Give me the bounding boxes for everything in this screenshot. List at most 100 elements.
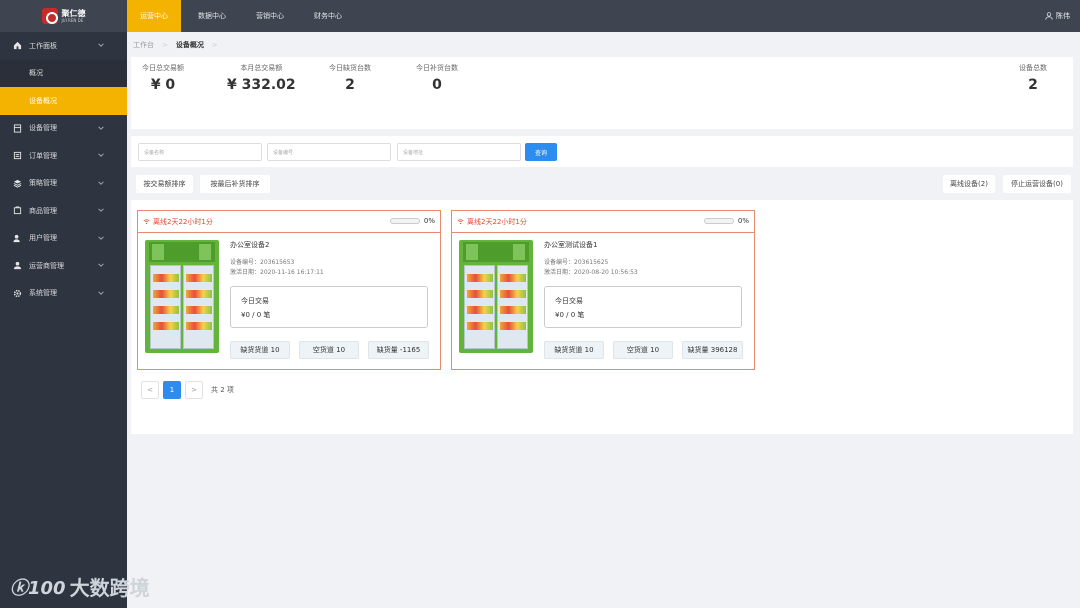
- stat-value: 2: [345, 77, 355, 93]
- operator-icon: [13, 261, 22, 270]
- sidebar-item-device-mgmt[interactable]: 设备管理: [0, 115, 127, 143]
- sidebar-item-overview[interactable]: 概况: [0, 59, 127, 87]
- main-nav: 运营中心 数据中心 营销中心 财务中心: [127, 0, 359, 32]
- today-trade-label: 今日交易: [241, 297, 269, 305]
- breadcrumb: 工作台 > 设备概况 >: [133, 40, 218, 50]
- device-list-panel: 离线2天22小时1分 0% 办公室设备2 设备编号：203615653 激活日期…: [131, 200, 1073, 434]
- sidebar-item-operator-mgmt[interactable]: 运营商管理: [0, 252, 127, 280]
- sidebar-item-label: 运营商管理: [29, 261, 64, 270]
- stat-month-amount: 本月总交易额 ¥ 332.02: [227, 63, 296, 93]
- user-icon: [13, 234, 22, 243]
- user-icon: [1045, 12, 1053, 20]
- device-name[interactable]: 办公室设备2: [230, 240, 269, 250]
- sidebar-item-label: 工作面板: [29, 41, 57, 50]
- today-trade-box: 今日交易 ¥0 / 0 笔: [544, 286, 742, 328]
- sidebar-item-label: 订单管理: [29, 151, 57, 160]
- stopped-devices-button[interactable]: 停止运营设备(0): [1003, 175, 1071, 193]
- chevron-down-icon: [98, 125, 104, 130]
- device-code-input[interactable]: 设备编号: [267, 143, 391, 161]
- home-icon: [13, 41, 22, 50]
- sidebar-item-label: 设备概况: [29, 96, 57, 105]
- chevron-down-icon: [98, 263, 104, 267]
- short-quantity-chip[interactable]: 缺货量 -1165: [368, 341, 429, 359]
- breadcrumb-root[interactable]: 工作台: [133, 40, 154, 50]
- stat-value: ¥ 0: [150, 77, 176, 93]
- short-quantity-chip[interactable]: 缺货量 396128: [682, 341, 743, 359]
- short-lanes-chip[interactable]: 缺货货道 10: [544, 341, 604, 359]
- stat-total-devices: 设备总数 2: [1019, 63, 1047, 93]
- vending-machine-image: [459, 240, 533, 353]
- stat-label: 今日缺货台数: [329, 64, 371, 72]
- device-card[interactable]: 离线2天22小时1分 0% 办公室测试设备1 设备编号：203615625 激活…: [451, 210, 755, 370]
- gear-icon: [13, 289, 22, 298]
- sidebar-item-label: 设备管理: [29, 124, 57, 133]
- nav-data[interactable]: 数据中心: [185, 0, 239, 32]
- chevron-down-icon: [98, 235, 104, 240]
- stat-today-amount: 今日总交易额 ¥ 0: [142, 63, 184, 93]
- offline-devices-button[interactable]: 离线设备(2): [943, 175, 995, 193]
- stat-label: 今日补货台数: [416, 64, 458, 72]
- watermark-logo: ⓚ100: [10, 577, 66, 599]
- chevron-down-icon: [98, 153, 104, 157]
- sidebar-item-goods-mgmt[interactable]: 商品管理: [0, 197, 127, 225]
- today-trade-box: 今日交易 ¥0 / 0 笔: [230, 286, 428, 328]
- brand-logo[interactable]: 聚仁德 JUI REN DE: [0, 0, 127, 32]
- total-count: 共 2 项: [211, 386, 234, 394]
- breadcrumb-current: 设备概况: [175, 41, 204, 49]
- sidebar-item-device-overview[interactable]: 设备概况: [0, 87, 127, 115]
- stat-value: ¥ 332.02: [227, 77, 296, 93]
- today-trade-value: ¥0 / 0 笔: [555, 311, 585, 319]
- device-card[interactable]: 离线2天22小时1分 0% 办公室设备2 设备编号：203615653 激活日期…: [137, 210, 441, 370]
- short-lanes-chip[interactable]: 缺货货道 10: [230, 341, 290, 359]
- pagination: < 1 > 共 2 项: [141, 381, 234, 399]
- stat-value: 0: [432, 77, 442, 93]
- next-page-button[interactable]: >: [185, 381, 203, 399]
- stat-label: 今日总交易额: [142, 64, 184, 72]
- nav-operations[interactable]: 运营中心: [127, 0, 181, 32]
- sidebar-item-strategy-mgmt[interactable]: 策略管理: [0, 170, 127, 198]
- sort-bar: 按交易额排序 按最后补货排序 离线设备(2) 停止运营设备(0): [131, 174, 1073, 194]
- stat-today-shortage: 今日缺货台数 2: [329, 63, 371, 93]
- page-1-button[interactable]: 1: [163, 381, 181, 399]
- progress-bar: [390, 218, 420, 224]
- chevron-down-icon: [98, 180, 104, 185]
- sidebar-item-user-mgmt[interactable]: 用户管理: [0, 225, 127, 253]
- stat-label: 本月总交易额: [240, 64, 283, 72]
- sidebar: 工作面板 概况 设备概况 设备管理 订单管理 策略管理 商品管理 用户管理 运营…: [0, 32, 127, 608]
- device-name[interactable]: 办公室测试设备1: [544, 240, 597, 250]
- chevron-down-icon: [98, 290, 104, 295]
- progress-percent: 0%: [423, 217, 435, 225]
- device-address-input[interactable]: 设备地址: [397, 143, 521, 161]
- progress-bar: [704, 218, 734, 224]
- brand-mark-icon: [41, 8, 58, 24]
- sidebar-item-order-mgmt[interactable]: 订单管理: [0, 142, 127, 170]
- goods-icon: [13, 206, 22, 215]
- brand-sub: JUI REN DE: [61, 17, 84, 23]
- search-button[interactable]: 查询: [525, 143, 557, 161]
- sidebar-item-label: 概况: [29, 69, 43, 78]
- today-trade-value: ¥0 / 0 笔: [241, 311, 271, 319]
- sidebar-item-workbench[interactable]: 工作面板: [0, 32, 127, 60]
- sort-by-restock-button[interactable]: 按最后补货排序: [200, 175, 270, 193]
- empty-lanes-chip[interactable]: 空货道 10: [613, 341, 673, 359]
- user-menu[interactable]: 陈伟: [1045, 0, 1070, 32]
- prev-page-button[interactable]: <: [141, 381, 159, 399]
- nav-marketing[interactable]: 营销中心: [243, 0, 297, 32]
- device-activation-date: 激活日期：2020-11-16 16:17:11: [230, 269, 324, 276]
- stats-panel: 今日总交易额 ¥ 0 本月总交易额 ¥ 332.02 今日缺货台数 2 今日补货…: [131, 57, 1073, 129]
- sidebar-item-label: 策略管理: [29, 179, 57, 188]
- sidebar-item-system-mgmt[interactable]: 系统管理: [0, 280, 127, 308]
- empty-lanes-chip[interactable]: 空货道 10: [299, 341, 359, 359]
- sort-by-amount-button[interactable]: 按交易额排序: [136, 175, 193, 193]
- device-activation-date: 激活日期：2020-08-20 10:56:53: [544, 269, 638, 276]
- today-trade-label: 今日交易: [555, 297, 583, 305]
- main-content: 工作台 > 设备概况 > 今日总交易额 ¥ 0 本月总交易额 ¥ 332.02 …: [127, 32, 1080, 608]
- nav-finance[interactable]: 财务中心: [301, 0, 355, 32]
- device-status: 离线2天22小时1分: [153, 217, 213, 226]
- stat-label: 设备总数: [1019, 64, 1047, 72]
- chevron-down-icon: [98, 43, 104, 47]
- wifi-off-icon: [457, 219, 464, 225]
- device-icon: [13, 124, 22, 133]
- stat-today-restock: 今日补货台数 0: [416, 63, 458, 93]
- device-name-input[interactable]: 设备名称: [138, 143, 262, 161]
